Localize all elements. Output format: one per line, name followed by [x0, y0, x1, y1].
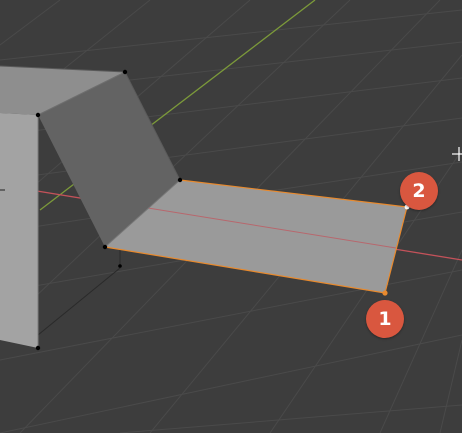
- vertex[interactable]: [177, 177, 183, 183]
- vertex[interactable]: [118, 264, 122, 268]
- vertex[interactable]: [122, 69, 128, 75]
- vertex[interactable]: [35, 112, 41, 118]
- cube-back-edge: [37, 248, 121, 348]
- vertex[interactable]: [35, 345, 41, 351]
- viewport-canvas[interactable]: [0, 0, 462, 433]
- step-badge-2: 2: [400, 172, 438, 210]
- vertex[interactable]: [102, 244, 108, 250]
- step-badge-1: 1: [366, 300, 404, 338]
- step-badge-2-label: 2: [412, 180, 426, 202]
- selected-vertex[interactable]: [382, 290, 388, 296]
- 3d-viewport[interactable]: 1 2: [0, 0, 462, 433]
- step-badge-1-label: 1: [378, 308, 392, 330]
- cube-front-face[interactable]: [0, 113, 38, 348]
- crosshair-cursor-icon: [452, 147, 462, 161]
